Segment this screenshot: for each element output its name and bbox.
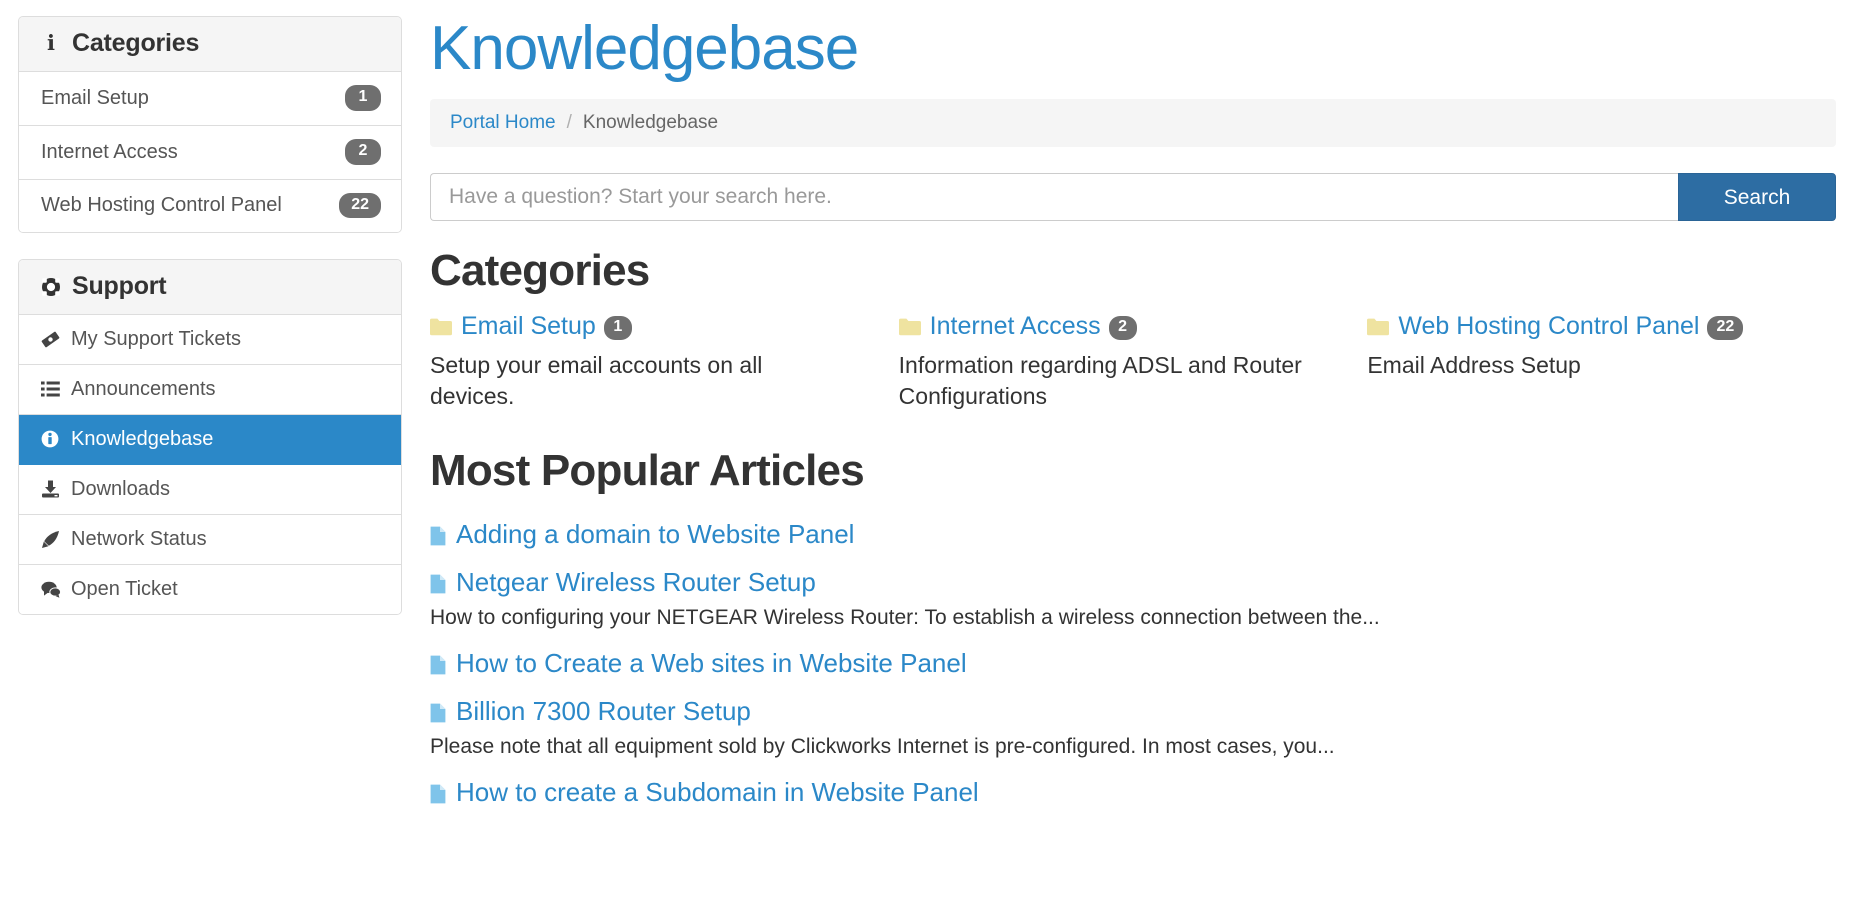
sidebar-item-web-hosting-control-panel[interactable]: Web Hosting Control Panel 22 (19, 179, 401, 233)
folder-icon (430, 311, 452, 346)
categories-panel-heading: ℹ Categories (19, 17, 401, 72)
sidebar-item-network-status[interactable]: Network Status (19, 515, 401, 566)
info-icon: ℹ (47, 32, 55, 55)
search-button[interactable]: Search (1678, 173, 1836, 222)
sidebar: ℹ Categories Email Setup 1 Internet Acce… (0, 16, 422, 641)
document-icon (430, 655, 446, 680)
rocket-icon (41, 530, 71, 549)
download-icon (41, 480, 71, 498)
category-badge: 1 (603, 316, 632, 341)
sidebar-item-downloads[interactable]: Downloads (19, 465, 401, 516)
breadcrumb-current: Knowledgebase (582, 112, 719, 134)
article-item: Adding a domain to Website Panel (430, 518, 1836, 551)
info-circle-icon (41, 430, 71, 448)
breadcrumb: Portal Home / Knowledgebase (430, 99, 1836, 148)
article-link[interactable]: Billion 7300 Router Setup (456, 695, 751, 728)
article-link-row: Adding a domain to Website Panel (430, 518, 1836, 551)
article-item: How to Create a Web sites in Website Pan… (430, 647, 1836, 680)
sidebar-item-email-setup[interactable]: Email Setup 1 (19, 72, 401, 126)
categories-panel-title: Categories (72, 29, 200, 57)
article-excerpt: Please note that all equipment sold by C… (430, 734, 1335, 758)
category-head: Email Setup 1 (430, 309, 837, 346)
sidebar-item-badge: 22 (339, 192, 381, 219)
category-link[interactable]: Web Hosting Control Panel (1398, 312, 1699, 340)
category-badge: 22 (1707, 316, 1744, 341)
support-panel-title: Support (72, 272, 167, 301)
support-list: My Support Tickets Announcements Knowled… (19, 315, 401, 615)
sidebar-item-open-ticket[interactable]: Open Ticket (19, 565, 401, 615)
sidebar-item-label: Internet Access (41, 140, 178, 163)
article-excerpt: How to configuring your NETGEAR Wireless… (430, 605, 1380, 629)
categories-section-title: Categories (430, 246, 650, 296)
sidebar-item-label: Network Status (71, 528, 207, 551)
search-input[interactable] (430, 173, 1678, 222)
category-badge: 2 (1108, 316, 1137, 341)
list-icon (41, 381, 71, 397)
article-link-row: How to create a Subdomain in Website Pan… (430, 776, 1836, 809)
folder-icon (1367, 311, 1390, 346)
ticket-icon (41, 330, 71, 349)
sidebar-item-internet-access[interactable]: Internet Access 2 (19, 125, 401, 180)
article-link-row: Billion 7300 Router Setup (430, 695, 1836, 728)
sidebar-item-label: My Support Tickets (71, 328, 242, 351)
folder-icon (898, 311, 921, 346)
article-link[interactable]: Netgear Wireless Router Setup (456, 566, 816, 599)
category-head: Internet Access 2 (898, 309, 1306, 346)
article-item: Billion 7300 Router Setup Please note th… (430, 695, 1836, 760)
page-title: Knowledgebase (430, 14, 859, 83)
article-item: Netgear Wireless Router Setup How to con… (430, 566, 1836, 631)
category-description: Email Address Setup (1367, 351, 1581, 378)
category-card-email-setup: Email Setup 1 Setup your email accounts o… (430, 309, 899, 411)
article-link[interactable]: How to create a Subdomain in Website Pan… (456, 776, 979, 809)
sidebar-item-my-support-tickets[interactable]: My Support Tickets (19, 315, 401, 366)
sidebar-item-badge: 2 (345, 138, 381, 165)
sidebar-item-label: Knowledgebase (71, 428, 214, 451)
sidebar-item-label: Open Ticket (71, 578, 178, 601)
search-form: Search (430, 173, 1836, 222)
category-link[interactable]: Internet Access (930, 312, 1101, 340)
breadcrumb-separator: / (566, 112, 572, 134)
categories-grid: Email Setup 1 Setup your email accounts o… (430, 309, 1836, 411)
document-icon (430, 574, 446, 599)
support-panel-heading: Support (19, 260, 401, 316)
article-item: How to create a Subdomain in Website Pan… (430, 776, 1836, 809)
sidebar-item-label: Web Hosting Control Panel (41, 194, 282, 217)
category-head: Web Hosting Control Panel 22 (1367, 309, 1774, 346)
main-content: Knowledgebase Portal Home / Knowledgebas… (422, 16, 1858, 825)
sidebar-item-badge: 1 (345, 85, 381, 111)
categories-list: Email Setup 1 Internet Access 2 Web Host… (19, 72, 401, 233)
document-icon (430, 703, 446, 728)
document-icon (430, 784, 446, 809)
sidebar-item-announcements[interactable]: Announcements (19, 365, 401, 416)
sidebar-item-label: Email Setup (41, 86, 149, 109)
category-card-internet-access: Internet Access 2 Information regarding A… (898, 309, 1368, 411)
sidebar-item-label: Downloads (71, 478, 170, 501)
comments-icon (41, 581, 71, 598)
document-icon (430, 526, 446, 551)
breadcrumb-portal-home-link[interactable]: Portal Home (450, 112, 556, 134)
article-link[interactable]: Adding a domain to Website Panel (456, 518, 854, 551)
category-link[interactable]: Email Setup (461, 312, 596, 340)
popular-section-title: Most Popular Articles (430, 446, 865, 496)
article-link-row: Netgear Wireless Router Setup (430, 566, 1836, 599)
category-description: Setup your email accounts on all devices… (430, 351, 763, 409)
sidebar-item-knowledgebase[interactable]: Knowledgebase (19, 415, 401, 466)
lifebuoy-icon (41, 277, 61, 297)
category-description: Information regarding ADSL and Router Co… (898, 351, 1302, 409)
page-root: ℹ Categories Email Setup 1 Internet Acce… (0, 0, 1858, 825)
categories-panel: ℹ Categories Email Setup 1 Internet Acce… (18, 16, 402, 234)
article-link[interactable]: How to Create a Web sites in Website Pan… (456, 647, 967, 680)
popular-articles-list: Adding a domain to Website Panel Netgear… (430, 518, 1836, 809)
article-link-row: How to Create a Web sites in Website Pan… (430, 647, 1836, 680)
sidebar-item-label: Announcements (71, 378, 216, 401)
category-card-web-hosting-control-panel: Web Hosting Control Panel 22 Email Addres… (1367, 309, 1836, 411)
support-panel: Support My Support Tickets Announcements… (18, 259, 402, 616)
